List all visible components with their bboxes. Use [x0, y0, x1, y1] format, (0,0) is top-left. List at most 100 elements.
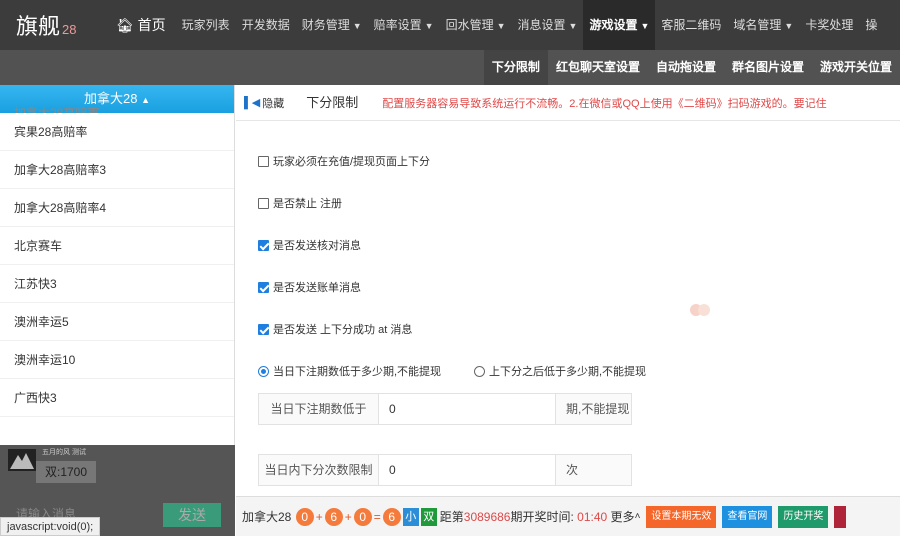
hide-tabs-button[interactable]: ▌◀ 隐藏: [236, 95, 292, 111]
daily-bets-input[interactable]: [379, 394, 555, 424]
game-name: 加拿大28: [242, 510, 292, 524]
sidebar-item[interactable]: 澳洲幸运5: [0, 303, 234, 341]
field-suffix: 次: [555, 455, 631, 485]
period-prefix: 距第: [439, 510, 464, 524]
nav-prize-process[interactable]: 卡奖处理: [799, 0, 859, 50]
nav-dev-data[interactable]: 开发数据: [236, 0, 296, 50]
option-label: 是否发送账单消息: [273, 282, 361, 294]
result-ball: 6: [324, 507, 343, 526]
sidebar-item[interactable]: 加拿大28高赔率4: [0, 189, 234, 227]
caret-down-icon: ▼: [496, 21, 506, 31]
subnav-auto-bot[interactable]: 自动拖设置: [648, 50, 724, 85]
withdraw-count-input[interactable]: [379, 455, 555, 485]
option-send-check[interactable]: 是否发送核对消息: [258, 237, 361, 253]
period-suffix: 期开奖时间:: [510, 510, 574, 524]
sub-navbar: 下分限制 红包聊天室设置 自动拖设置 群名图片设置 游戏开关位置: [0, 50, 900, 85]
nav-domain-label: 域名管理: [733, 18, 782, 32]
caret-down-icon: ▼: [424, 21, 434, 31]
tabs-bar: ▌◀ 隐藏 下分限制 配置服务器容易导致系统运行不流畅。2.在微信或QQ上使用《二…: [236, 85, 900, 121]
sidebar-item[interactable]: 江苏快3: [0, 265, 234, 303]
chat-message: 双:1700: [36, 461, 96, 483]
field-label: 当日下注期数低于: [259, 394, 379, 424]
history-button[interactable]: 历史开奖: [778, 505, 829, 528]
caret-down-icon: ▼: [352, 21, 362, 31]
nav-home[interactable]: 🏠︎ 首页: [110, 0, 176, 50]
main-nav: 🏠︎ 首页 玩家列表 开发数据 财务管理 ▼ 赔率设置 ▼ 回水管理 ▼ 消息设置 ▼ …: [110, 0, 883, 50]
option-ban-register[interactable]: 是否禁止 注册: [258, 195, 342, 211]
nav-service-qr[interactable]: 客服二维码: [655, 0, 727, 50]
nav-domain[interactable]: 域名管理 ▼: [727, 0, 799, 50]
subnav-withdraw-limit[interactable]: 下分限制: [483, 50, 548, 85]
field-withdraw-count: 当日内下分次数限制 次: [258, 454, 632, 486]
nav-finance[interactable]: 财务管理 ▼: [296, 0, 368, 50]
option-must-recharge[interactable]: 玩家必须在充值/提现页面上下分: [258, 153, 430, 169]
hide-label: 隐藏: [262, 97, 285, 110]
loading-indicator: [690, 304, 714, 316]
option-label: 是否发送核对消息: [273, 240, 361, 252]
nav-finance-label: 财务管理: [301, 18, 350, 32]
nav-game-settings[interactable]: 游戏设置 ▼: [583, 0, 656, 50]
nav-rebate[interactable]: 回水管理 ▼: [440, 0, 512, 50]
collapse-icon: ▌◀: [244, 97, 261, 109]
settings-form: 玩家必须在充值/提现页面上下分 是否禁止 注册 是否发送核对消息 是否发送账单消…: [236, 121, 900, 496]
checkbox-checked[interactable]: [258, 323, 269, 335]
sidebar-item[interactable]: 广西快3: [0, 379, 234, 417]
operator: =: [373, 509, 381, 524]
radio-label: 上下分之后低于多少期,不能提现: [489, 366, 647, 378]
brand-name: 旗舰: [16, 15, 61, 40]
chevron-up-icon: ˄: [634, 511, 641, 522]
nav-rebate-label: 回水管理: [445, 18, 494, 32]
result-sum: 6: [382, 507, 401, 526]
sidebar-item[interactable]: 宾果28高赔率: [0, 113, 234, 151]
checkbox[interactable]: [258, 197, 269, 209]
chat-meta: 五月的风 测试: [42, 449, 86, 456]
subnav-group-image[interactable]: 群名图片设置: [724, 50, 812, 85]
nav-message[interactable]: 消息设置 ▼: [512, 0, 584, 50]
status-url: javascript:void(0);: [0, 517, 101, 536]
caret-down-icon: ▼: [784, 21, 794, 31]
tag-double: 双: [420, 507, 437, 526]
radio-selected[interactable]: [258, 365, 269, 377]
checkbox[interactable]: [258, 155, 269, 167]
nav-player-list[interactable]: 玩家列表: [176, 0, 236, 50]
option-send-at[interactable]: 是否发送 上下分成功 at 消息: [258, 321, 412, 337]
subnav-game-switch[interactable]: 游戏开关位置: [812, 50, 900, 85]
sidebar-item[interactable]: 澳洲幸运10: [0, 341, 234, 379]
extra-button[interactable]: [834, 505, 847, 528]
caret-down-icon: ▼: [640, 21, 650, 31]
sidebar-item[interactable]: 北京赛车: [0, 227, 234, 265]
nav-game-settings-label: 游戏设置: [589, 18, 638, 32]
top-navbar: 旗舰 28 🏠︎ 首页 玩家列表 开发数据 财务管理 ▼ 赔率设置 ▼ 回水管理 ▼ 消…: [0, 0, 900, 50]
field-suffix: 期,不能提现: [555, 394, 631, 424]
tab-withdraw-limit[interactable]: 下分限制: [292, 85, 373, 120]
chat-send-button[interactable]: 发送: [163, 503, 221, 527]
radio-after-withdraw[interactable]: 上下分之后低于多少期,不能提现: [474, 363, 646, 379]
nav-odds[interactable]: 赔率设置 ▼: [368, 0, 440, 50]
nav-message-label: 消息设置: [517, 18, 566, 32]
operator: +: [315, 509, 323, 524]
nav-operate[interactable]: 操: [859, 0, 883, 50]
option-label: 是否禁止 注册: [273, 198, 343, 210]
sidebar-item[interactable]: 加拿大28高赔率3: [0, 151, 234, 189]
caret-up-icon: ▲: [141, 95, 150, 105]
brand-logo[interactable]: 旗舰 28: [0, 9, 110, 41]
period-number: 3089686: [463, 509, 511, 524]
checkbox-checked[interactable]: [258, 239, 269, 251]
operator: +: [344, 509, 352, 524]
option-send-bill[interactable]: 是否发送账单消息: [258, 279, 361, 295]
set-invalid-button[interactable]: 设置本期无效: [646, 505, 717, 528]
checkbox-checked[interactable]: [258, 281, 269, 293]
home-icon: 🏠︎: [116, 17, 134, 33]
sidebar-list: 宾果28高赔率 加拿大28高赔率3 加拿大28高赔率4 北京赛车 江苏快3 澳洲…: [0, 113, 234, 417]
field-daily-bets: 当日下注期数低于 期,不能提现: [258, 393, 632, 425]
result-ball: 0: [353, 507, 372, 526]
option-label: 玩家必须在充值/提现页面上下分: [273, 156, 431, 168]
radio-daily-bets[interactable]: 当日下注期数低于多少期,不能提现: [258, 363, 441, 379]
sidebar-header[interactable]: 加拿大28高赔率 加拿大28 ▲: [0, 85, 234, 113]
avatar: [8, 449, 36, 471]
view-site-button[interactable]: 查看官网: [722, 505, 773, 528]
radio[interactable]: [474, 365, 485, 377]
countdown: 01:40: [577, 509, 608, 524]
subnav-redpacket-chat[interactable]: 红包聊天室设置: [548, 50, 648, 85]
more-link[interactable]: 更多: [611, 508, 635, 525]
